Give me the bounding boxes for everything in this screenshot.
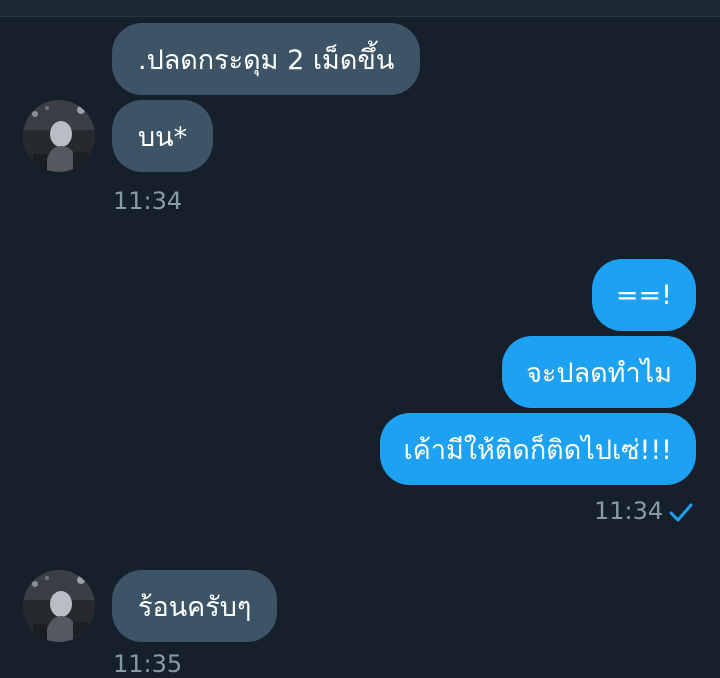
message-text: บน* bbox=[138, 121, 188, 153]
sender-avatar[interactable] bbox=[23, 100, 95, 172]
message-timestamp: 11:35 bbox=[113, 650, 183, 678]
message-text: ร้อนครับๆ bbox=[138, 591, 252, 623]
avatar-photo-icon bbox=[23, 570, 95, 642]
incoming-message-bubble[interactable]: .ปลดกระดุม 2 เม็ดขึ้น bbox=[112, 23, 421, 95]
message-timestamp: 11:34 bbox=[594, 497, 664, 525]
message-text: .ปลดกระดุม 2 เม็ดขึ้น bbox=[138, 44, 395, 76]
message-timestamp: 11:34 bbox=[113, 187, 183, 215]
check-icon bbox=[669, 503, 693, 522]
outgoing-message-bubble[interactable]: เค้ามีให้ติดก็ติดไปเซ่!!! bbox=[379, 413, 696, 485]
message-text: เค้ามีให้ติดก็ติดไปเซ่!!! bbox=[403, 434, 672, 466]
conversation-top-divider bbox=[0, 0, 720, 17]
message-text: จะปลดทำไม bbox=[526, 357, 672, 389]
message-text: ==! bbox=[615, 279, 672, 311]
avatar-photo-icon bbox=[23, 100, 95, 172]
incoming-message-bubble[interactable]: ร้อนครับๆ bbox=[112, 570, 278, 642]
outgoing-message-bubble[interactable]: จะปลดทำไม bbox=[502, 336, 696, 408]
sender-avatar[interactable] bbox=[23, 570, 95, 642]
incoming-message-bubble[interactable]: บน* bbox=[112, 100, 214, 172]
outgoing-message-bubble[interactable]: ==! bbox=[591, 259, 696, 331]
